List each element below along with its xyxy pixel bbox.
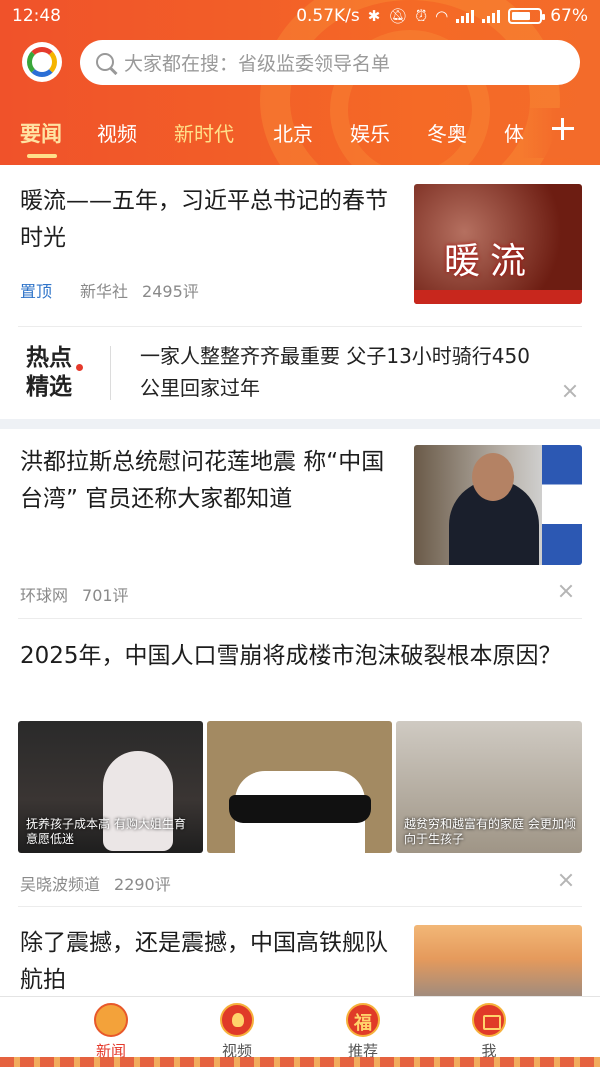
- tab-winter-olympics[interactable]: 冬奥: [427, 118, 467, 147]
- logo-ring-icon: [27, 47, 57, 77]
- dismiss-news-3-icon[interactable]: [559, 873, 573, 887]
- status-bar: 12:48 0.57K/s ✱ 🔕︎ ⏰︎ ◠ 67%: [0, 0, 600, 32]
- news-thumbnail-2[interactable]: [414, 445, 582, 565]
- battery-icon: [508, 8, 546, 24]
- tab-yaowen[interactable]: 要闻: [20, 118, 62, 148]
- red-envelope-icon: [472, 1003, 506, 1037]
- news-meta-3: 吴晓波频道 2290评: [20, 871, 171, 895]
- news-comments-3: 2290评: [114, 875, 171, 894]
- news-title-1[interactable]: 暖流——五年，习近平总书记的春节时光: [20, 183, 395, 257]
- hot-dot-icon: [76, 364, 83, 371]
- search-icon: [94, 51, 118, 75]
- status-time: 12:48: [12, 6, 61, 26]
- news-image-3b[interactable]: [207, 721, 392, 853]
- battery-percent: 67%: [550, 6, 588, 26]
- news-meta-2: 环球网 701评: [20, 582, 129, 606]
- image-caption-left: 抚养孩子成本高 有购大姐生育意愿低迷: [26, 817, 186, 846]
- news-comments-1: 2495评: [142, 282, 199, 301]
- tab-beijing[interactable]: 北京: [273, 118, 313, 147]
- search-bar[interactable]: 大家都在搜：省级监委领导名单: [80, 40, 580, 85]
- signal-icon-2: [482, 9, 501, 23]
- alarm-icon: ⏰︎: [415, 7, 428, 25]
- hot-picks-headline[interactable]: 一家人整整齐齐最重要 父子13小时骑行450公里回家过年: [140, 340, 540, 404]
- news-source-2: 环球网: [20, 586, 69, 605]
- app-logo[interactable]: [22, 42, 62, 82]
- tab-new-era[interactable]: 新时代: [174, 118, 234, 147]
- search-placeholder: 大家都在搜：省级监委领导名单: [124, 53, 391, 75]
- channel-tabs: 要闻 视频 新时代 北京 娱乐 冬奥 体: [0, 108, 600, 158]
- nav-news[interactable]: 新闻: [71, 1003, 151, 1061]
- thumbnail-title-text: 暖流: [444, 241, 537, 282]
- bluetooth-icon: ✱: [367, 7, 381, 25]
- news-source-1: 新华社: [80, 282, 129, 301]
- nav-me[interactable]: 我: [449, 1003, 529, 1061]
- news-comments-2: 701评: [82, 586, 129, 605]
- hot-picks-label: 热点精选: [26, 345, 72, 400]
- thumbnail-band: [414, 290, 582, 304]
- image-caption-right: 越贫穷和越富有的家庭 会更加倾向于生孩子: [404, 817, 576, 846]
- add-channel-icon[interactable]: [552, 118, 574, 140]
- nav-video[interactable]: 视频: [197, 1003, 277, 1061]
- news-dog-icon: [94, 1003, 128, 1037]
- news-source-3: 吴晓波频道: [20, 875, 101, 894]
- news-title-2[interactable]: 洪都拉斯总统慰问花莲地震 称“中国台湾” 官员还称大家都知道: [20, 444, 400, 518]
- divider: [18, 326, 582, 327]
- video-lantern-icon: [220, 1003, 254, 1037]
- sunglasses-graphic: [229, 795, 371, 823]
- tab-entertainment[interactable]: 娱乐: [350, 118, 390, 147]
- active-tab-indicator: [27, 154, 57, 158]
- news-thumbnail-1[interactable]: 暖流: [414, 184, 582, 304]
- dismiss-news-2-icon[interactable]: [559, 584, 573, 598]
- section-divider: [0, 419, 600, 429]
- news-thumbnail-4[interactable]: [414, 925, 582, 1000]
- pinned-badge: 置顶: [20, 282, 53, 301]
- network-speed: 0.57K/s: [296, 6, 360, 26]
- news-image-3c[interactable]: 越贫穷和越富有的家庭 会更加倾向于生孩子: [396, 721, 582, 853]
- fu-icon: [346, 1003, 380, 1037]
- news-image-3a[interactable]: 抚养孩子成本高 有购大姐生育意愿低迷: [18, 721, 203, 853]
- nav-recommend[interactable]: 推荐: [323, 1003, 403, 1061]
- header: 12:48 0.57K/s ✱ 🔕︎ ⏰︎ ◠ 67% 大家都在搜：省级监委领导…: [0, 0, 600, 165]
- status-right: 0.57K/s ✱ 🔕︎ ⏰︎ ◠ 67%: [296, 6, 588, 26]
- festive-border: [0, 1057, 600, 1067]
- news-title-3[interactable]: 2025年，中国人口雪崩将成楼市泡沫破裂根本原因？: [20, 638, 580, 675]
- bottom-navigation: 新闻 视频 推荐 我: [0, 996, 600, 1067]
- mute-icon: 🔕︎: [388, 7, 408, 25]
- news-title-4[interactable]: 除了震撼，还是震撼，中国高铁舰队航拍: [20, 925, 395, 999]
- flag-graphic: [542, 445, 582, 565]
- person-head-graphic: [472, 453, 514, 501]
- hot-separator: [110, 346, 111, 400]
- wifi-icon: ◠: [435, 7, 449, 25]
- tab-video[interactable]: 视频: [97, 118, 137, 147]
- dismiss-hot-icon[interactable]: [563, 384, 577, 398]
- news-meta-1: 置顶 新华社 2495评: [20, 278, 199, 302]
- divider: [18, 618, 582, 619]
- signal-icon: [456, 9, 475, 23]
- divider: [18, 906, 582, 907]
